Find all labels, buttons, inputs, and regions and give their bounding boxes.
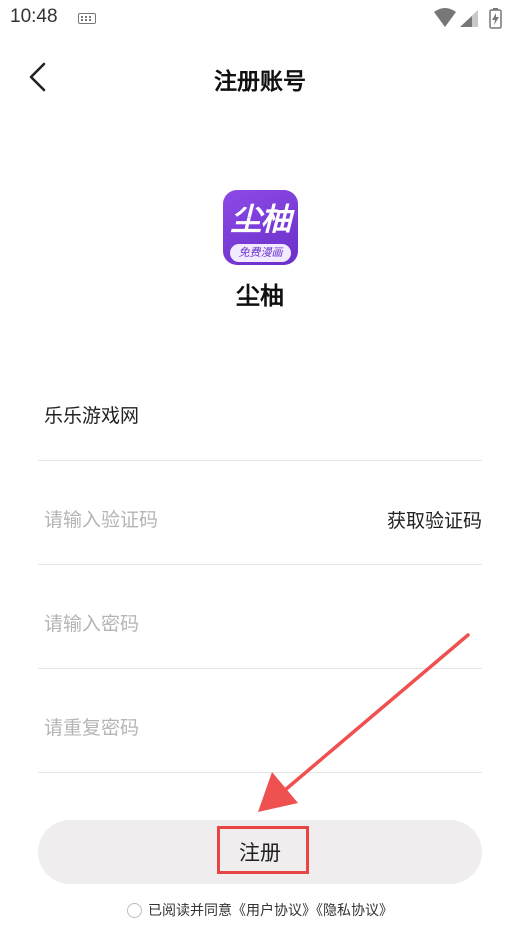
code-placeholder: 请输入验证码 [44,509,159,531]
username-field[interactable]: 乐乐游戏网 [38,357,482,461]
status-bar: 10:48 [0,0,520,36]
agreement-row: 已阅读并同意《用户协议》《隐私协议》 [0,900,520,922]
wifi-icon [434,8,456,27]
register-label: 注册 [239,841,281,865]
register-button[interactable]: 注册 [38,820,482,884]
agreement-text[interactable]: 已阅读并同意《用户协议》《隐私协议》 [148,903,393,919]
password-field[interactable]: 请输入密码 [38,565,482,669]
nav-bar: 注册账号 [0,48,520,106]
logo-text: 尘柚 [230,202,292,238]
agreement-checkbox[interactable] [127,902,142,918]
get-code-button[interactable]: 获取验证码 [387,506,482,533]
page-title: 注册账号 [214,69,306,95]
password-placeholder: 请输入密码 [44,613,140,635]
status-time: 10:48 [10,6,58,27]
app-logo: 尘柚 免费漫画 [223,190,298,265]
app-name: 尘柚 [236,282,284,310]
keyboard-icon [78,13,96,24]
verification-code-field[interactable]: 请输入验证码 获取验证码 [38,461,482,565]
confirm-password-placeholder: 请重复密码 [44,717,140,739]
status-icons [434,8,502,29]
logo-tag: 免费漫画 [230,244,291,262]
username-value: 乐乐游戏网 [44,405,140,427]
confirm-password-field[interactable]: 请重复密码 [38,669,482,773]
